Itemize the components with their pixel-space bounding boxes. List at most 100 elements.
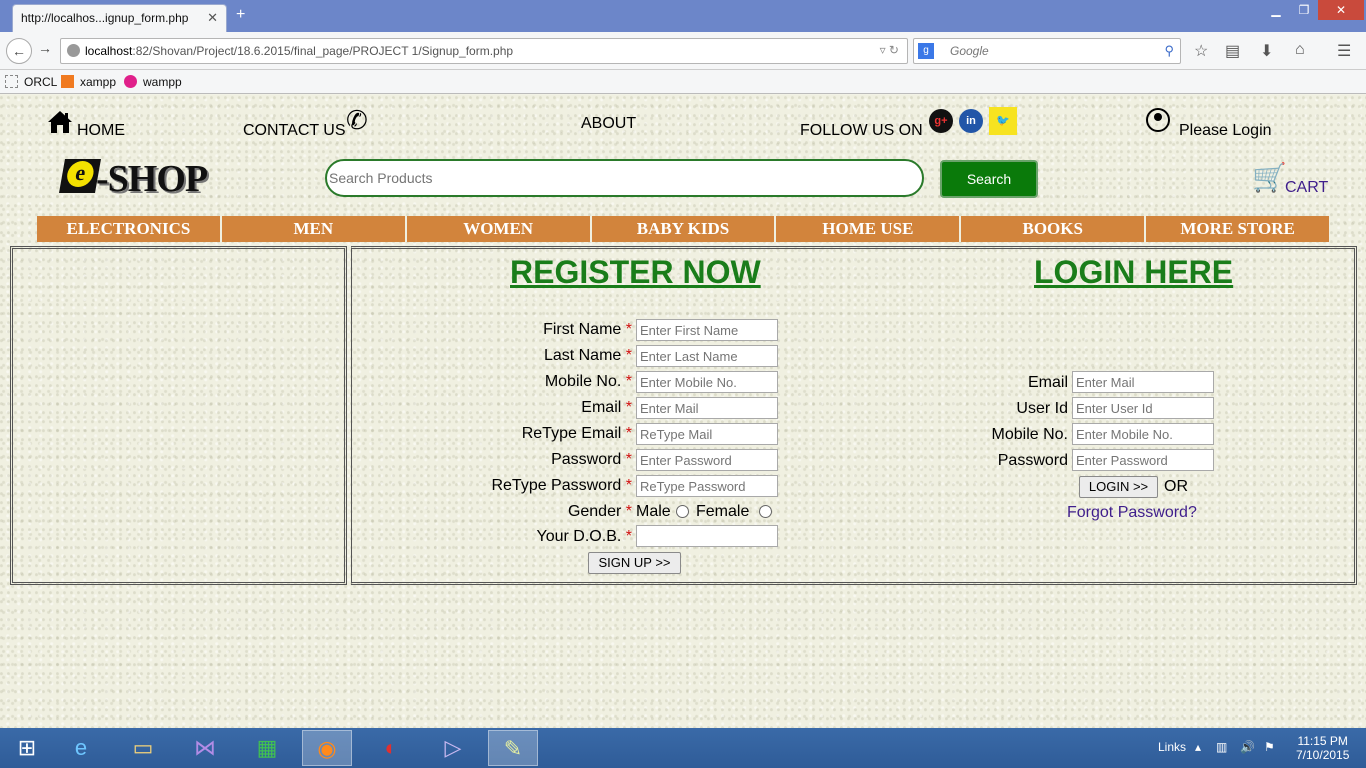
bookmarks-bar: ORCL xampp wampp [0,70,1366,94]
maximize-icon[interactable]: ❐ [1290,0,1318,20]
category-men[interactable]: MEN [221,216,407,242]
network-icon[interactable]: ▥ [1216,740,1227,754]
cart-icon[interactable]: 🛒 [1252,161,1287,194]
visual-studio-icon[interactable]: ⋈ [180,730,230,766]
wampp-icon [124,75,137,88]
female-label: Female [696,503,750,520]
tab-close-icon[interactable]: ✕ [207,10,218,26]
retype-password-input[interactable] [636,475,778,497]
browser-tab[interactable]: http://localhos...ignup_form.php ✕ [12,4,227,32]
login-email-input[interactable] [1072,371,1214,393]
links-toolbar[interactable]: Links [1158,740,1186,754]
minimize-icon[interactable]: ▁ [1262,0,1290,20]
reading-list-icon[interactable]: ▤ [1225,41,1240,61]
login-mobile-label: Mobile No. [991,426,1068,443]
retype-email-input[interactable] [636,423,778,445]
forgot-password-link[interactable]: Forgot Password? [1067,504,1197,522]
first-name-label: First Name * [543,321,632,338]
tray-chevron-icon[interactable]: ▴ [1195,740,1201,754]
first-name-input[interactable] [636,319,778,341]
bookmark-wampp[interactable]: wampp [124,75,182,89]
category-women[interactable]: WOMEN [406,216,592,242]
email-input[interactable] [636,397,778,419]
volume-icon[interactable]: 🔊 [1240,740,1255,754]
nav-contact-link[interactable]: CONTACT US [243,122,346,140]
menu-icon[interactable]: ☰ [1337,41,1351,61]
login-button[interactable]: LOGIN >> [1079,476,1158,498]
browser-navbar: ← → localhost:82/Shovan/Project/18.6.201… [0,32,1366,70]
follow-us-label: FOLLOW US ON [800,122,923,139]
password-label: Password * [551,451,632,468]
category-baby-kids[interactable]: BABY KIDS [591,216,777,242]
visual-studio-alt-icon[interactable]: ▷ [428,730,478,766]
bookmark-orcl[interactable]: ORCL [5,75,57,89]
new-tab-icon[interactable]: + [236,6,245,24]
google-plus-icon[interactable]: g+ [929,109,953,133]
reload-icon[interactable]: ▿ ↻ [880,43,899,57]
password-input[interactable] [636,449,778,471]
logo-badge [59,159,101,193]
clock[interactable]: 11:15 PM 7/10/2015 [1296,734,1349,762]
signup-button[interactable]: SIGN UP >> [588,552,681,574]
category-more-store[interactable]: MORE STORE [1146,216,1330,242]
browser-search-bar[interactable]: g Google ⚲ [913,38,1181,64]
eshop-logo[interactable]: -SHOP [59,157,227,200]
male-radio[interactable] [676,505,689,518]
linkedin-icon[interactable]: in [959,109,983,133]
last-name-input[interactable] [636,345,778,367]
mobile-input[interactable] [636,371,778,393]
page-content: HOME CONTACT US ✆ ABOUT FOLLOW US ON g+ … [0,95,1366,728]
female-radio[interactable] [759,505,772,518]
back-icon[interactable]: ← [6,38,32,64]
email-label: Email * [581,399,632,416]
register-title: REGISTER NOW [510,254,761,290]
dob-input[interactable] [636,525,778,547]
gender-label: Gender * [567,503,632,520]
twitter-icon[interactable]: 🐦 [989,107,1017,135]
or-label: OR [1164,478,1188,495]
login-password-input[interactable] [1072,449,1214,471]
google-icon[interactable]: g [918,43,934,59]
globe-icon [67,44,80,57]
url-path: :82/Shovan/Project/18.6.2015/final_page/… [132,44,514,58]
category-electronics[interactable]: ELECTRONICS [37,216,222,242]
clock-date: 7/10/2015 [1296,748,1350,762]
media-player-icon[interactable]: ◐ [366,730,416,766]
dob-label: Your D.O.B. * [536,528,632,545]
forward-icon[interactable]: → [38,40,52,56]
cart-link[interactable]: CART [1285,179,1328,197]
store-icon[interactable]: ▦ [242,730,292,766]
login-mobile-input[interactable] [1072,423,1214,445]
internet-explorer-icon[interactable]: e [56,730,106,766]
download-icon[interactable]: ⬇ [1260,41,1273,61]
search-button[interactable]: Search [940,160,1038,198]
login-email-label: Email [1027,374,1068,391]
home-icon[interactable] [47,109,73,135]
bookmark-xampp[interactable]: xampp [61,75,116,89]
firefox-icon[interactable]: ◉ [302,730,352,766]
category-books[interactable]: BOOKS [961,216,1147,242]
clock-time: 11:15 PM [1297,734,1348,748]
login-userid-input[interactable] [1072,397,1214,419]
window-close-icon[interactable]: ✕ [1318,0,1364,20]
notepad-plus-icon[interactable]: ✎ [488,730,538,766]
url-host: localhost [85,44,133,58]
nav-home-link[interactable]: HOME [77,122,125,140]
tab-title: http://localhos...ignup_form.php [21,11,189,25]
action-center-icon[interactable]: ⚑ [1264,740,1275,754]
bookmark-star-icon[interactable]: ☆ [1194,41,1208,61]
user-icon [1146,108,1170,132]
search-icon[interactable]: ⚲ [1164,43,1174,59]
file-explorer-icon[interactable]: ▭ [118,730,168,766]
product-search-input[interactable] [325,159,924,197]
please-login-link[interactable]: Please Login [1179,122,1272,140]
category-bar: ELECTRONICS MEN WOMEN BABY KIDS HOME USE… [37,216,1330,242]
windows-start-icon[interactable]: ⊞ [2,730,52,766]
address-bar[interactable]: localhost:82/Shovan/Project/18.6.2015/fi… [60,38,908,64]
taskbar: ⊞ e ▭ ⋈ ▦ ◉ ◐ ▷ ✎ Links ▴ ▥ 🔊 ⚑ 11:15 PM… [0,728,1366,768]
nav-about-link[interactable]: ABOUT [581,115,636,133]
xampp-icon [61,75,74,88]
home-browser-icon[interactable]: ⌂ [1295,41,1305,59]
mobile-label: Mobile No. * [544,373,632,390]
category-home-use[interactable]: HOME USE [776,216,962,242]
